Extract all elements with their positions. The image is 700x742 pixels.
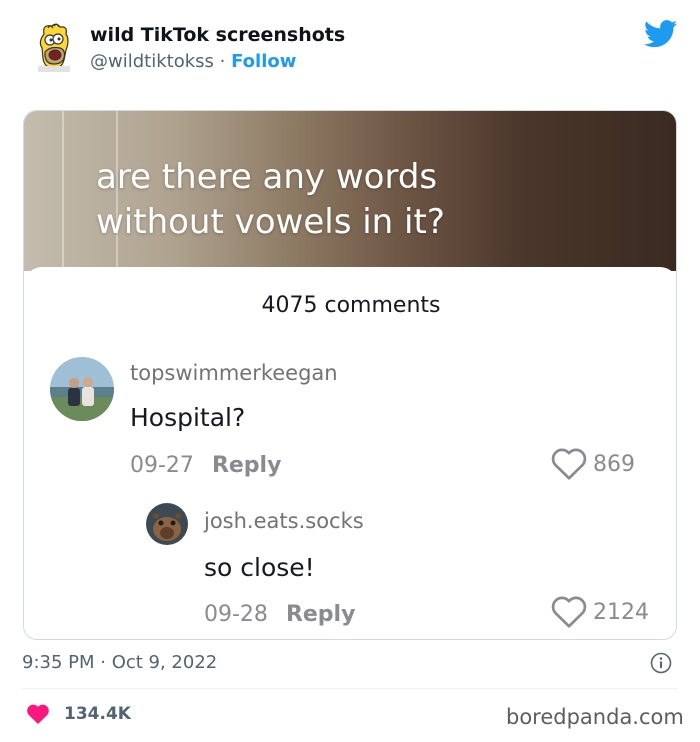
comment-username[interactable]: josh.eats.socks (204, 509, 364, 533)
source-watermark: boredpanda.com (506, 705, 684, 729)
comment-username[interactable]: topswimmerkeegan (130, 361, 338, 385)
tweet-header: wild TikTok screenshots @wildtiktokss · … (0, 0, 700, 100)
video-caption-line: are there any words (96, 157, 438, 197)
tweet-timestamp[interactable]: 9:35 PM · Oct 9, 2022 (22, 652, 217, 673)
author-handle-line: @wildtiktokss · Follow (90, 51, 296, 72)
commenter-avatar[interactable] (50, 357, 114, 421)
comment-date: 09-27 (130, 453, 194, 478)
reply-button[interactable]: Reply (286, 602, 356, 627)
heart-filled-icon (27, 704, 49, 724)
footer-divider (22, 688, 678, 689)
comment-meta: 09-28 Reply (204, 602, 355, 627)
twitter-bird-icon[interactable] (644, 20, 678, 48)
homer-simpson-avatar[interactable] (30, 22, 78, 72)
comments-count: 4075 comments (261, 293, 441, 318)
video-caption-line: without vowels in it? (96, 202, 445, 242)
follow-button[interactable]: Follow (231, 51, 296, 72)
comment-like-button[interactable]: 869 (551, 447, 635, 481)
comment-like-count: 2124 (593, 599, 649, 625)
comment-like-button[interactable]: 2124 (551, 595, 649, 629)
heart-outline-icon (551, 596, 587, 628)
comments-panel: 4075 comments topswimmerkeegan Hospital?… (24, 267, 676, 639)
comment-date: 09-28 (204, 602, 268, 627)
comment-meta: 09-27 Reply (130, 453, 281, 478)
comment-text: so close! (204, 553, 315, 582)
video-still: are there any words without vowels in it… (24, 111, 676, 271)
heart-outline-icon (551, 448, 587, 480)
comment-like-count: 869 (593, 451, 635, 477)
reply-commenter-avatar[interactable] (146, 503, 188, 545)
author-handle[interactable]: @wildtiktokss (90, 51, 214, 72)
reply-button[interactable]: Reply (212, 453, 282, 478)
author-name[interactable]: wild TikTok screenshots (90, 24, 345, 46)
background-stripe (62, 111, 64, 271)
tiktok-screenshot-card[interactable]: are there any words without vowels in it… (23, 110, 677, 640)
comment-text: Hospital? (130, 403, 246, 432)
video-caption: are there any words without vowels in it… (96, 155, 516, 245)
handle-separator: · (219, 51, 226, 72)
tweet-like-button[interactable]: 134.4K (26, 703, 131, 725)
info-icon[interactable] (650, 652, 672, 674)
tweet-like-count: 134.4K (64, 704, 131, 724)
